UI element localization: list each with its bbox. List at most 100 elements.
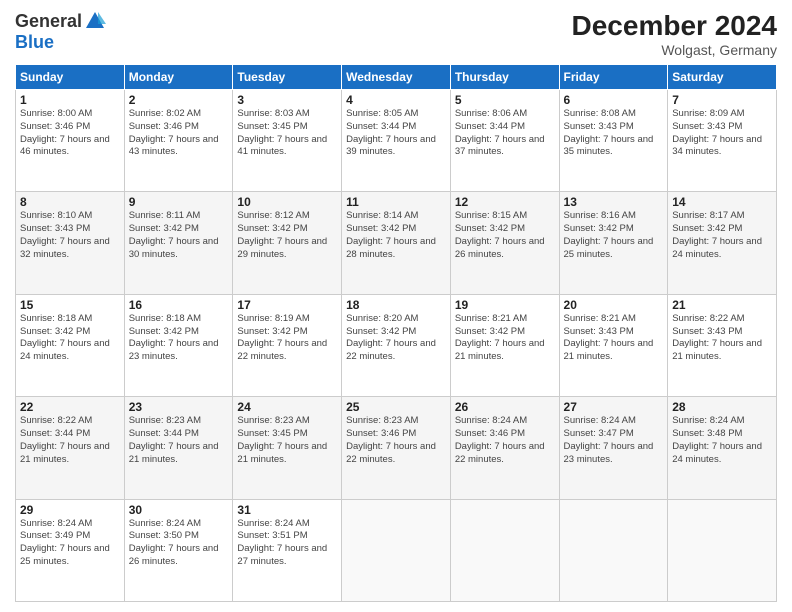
day-info: Sunrise: 8:24 AMSunset: 3:50 PMDaylight:… (129, 518, 229, 569)
calendar-cell: 24Sunrise: 8:23 AMSunset: 3:45 PMDayligh… (233, 397, 342, 499)
calendar-cell: 12Sunrise: 8:15 AMSunset: 3:42 PMDayligh… (450, 192, 559, 294)
calendar-cell: 23Sunrise: 8:23 AMSunset: 3:44 PMDayligh… (124, 397, 233, 499)
calendar-day-header: Saturday (668, 65, 777, 90)
day-number: 24 (237, 400, 337, 414)
day-info: Sunrise: 8:08 AMSunset: 3:43 PMDaylight:… (564, 108, 664, 159)
day-number: 2 (129, 93, 229, 107)
day-info: Sunrise: 8:09 AMSunset: 3:43 PMDaylight:… (672, 108, 772, 159)
calendar-cell: 3Sunrise: 8:03 AMSunset: 3:45 PMDaylight… (233, 90, 342, 192)
calendar-cell: 6Sunrise: 8:08 AMSunset: 3:43 PMDaylight… (559, 90, 668, 192)
calendar-cell: 30Sunrise: 8:24 AMSunset: 3:50 PMDayligh… (124, 499, 233, 601)
calendar-cell: 26Sunrise: 8:24 AMSunset: 3:46 PMDayligh… (450, 397, 559, 499)
calendar-cell: 27Sunrise: 8:24 AMSunset: 3:47 PMDayligh… (559, 397, 668, 499)
day-number: 8 (20, 195, 120, 209)
day-number: 17 (237, 298, 337, 312)
calendar-cell: 14Sunrise: 8:17 AMSunset: 3:42 PMDayligh… (668, 192, 777, 294)
calendar-table: SundayMondayTuesdayWednesdayThursdayFrid… (15, 64, 777, 602)
day-info: Sunrise: 8:22 AMSunset: 3:43 PMDaylight:… (672, 313, 772, 364)
calendar-cell (342, 499, 451, 601)
day-info: Sunrise: 8:23 AMSunset: 3:45 PMDaylight:… (237, 415, 337, 466)
calendar-cell: 21Sunrise: 8:22 AMSunset: 3:43 PMDayligh… (668, 294, 777, 396)
calendar-cell: 31Sunrise: 8:24 AMSunset: 3:51 PMDayligh… (233, 499, 342, 601)
calendar-day-header: Thursday (450, 65, 559, 90)
day-number: 28 (672, 400, 772, 414)
calendar-day-header: Tuesday (233, 65, 342, 90)
day-number: 15 (20, 298, 120, 312)
calendar-cell: 13Sunrise: 8:16 AMSunset: 3:42 PMDayligh… (559, 192, 668, 294)
calendar-cell: 16Sunrise: 8:18 AMSunset: 3:42 PMDayligh… (124, 294, 233, 396)
day-number: 6 (564, 93, 664, 107)
calendar-cell: 8Sunrise: 8:10 AMSunset: 3:43 PMDaylight… (16, 192, 125, 294)
calendar-week-row: 22Sunrise: 8:22 AMSunset: 3:44 PMDayligh… (16, 397, 777, 499)
calendar-cell: 15Sunrise: 8:18 AMSunset: 3:42 PMDayligh… (16, 294, 125, 396)
calendar-cell: 10Sunrise: 8:12 AMSunset: 3:42 PMDayligh… (233, 192, 342, 294)
calendar-cell: 22Sunrise: 8:22 AMSunset: 3:44 PMDayligh… (16, 397, 125, 499)
location: Wolgast, Germany (572, 42, 777, 58)
day-info: Sunrise: 8:19 AMSunset: 3:42 PMDaylight:… (237, 313, 337, 364)
day-info: Sunrise: 8:23 AMSunset: 3:46 PMDaylight:… (346, 415, 446, 466)
day-number: 19 (455, 298, 555, 312)
day-number: 22 (20, 400, 120, 414)
day-number: 4 (346, 93, 446, 107)
page: General Blue December 2024 Wolgast, Germ… (0, 0, 792, 612)
calendar-cell: 9Sunrise: 8:11 AMSunset: 3:42 PMDaylight… (124, 192, 233, 294)
calendar-day-header: Wednesday (342, 65, 451, 90)
day-number: 25 (346, 400, 446, 414)
day-info: Sunrise: 8:24 AMSunset: 3:49 PMDaylight:… (20, 518, 120, 569)
day-number: 5 (455, 93, 555, 107)
day-number: 29 (20, 503, 120, 517)
day-number: 9 (129, 195, 229, 209)
day-info: Sunrise: 8:24 AMSunset: 3:51 PMDaylight:… (237, 518, 337, 569)
calendar-cell: 5Sunrise: 8:06 AMSunset: 3:44 PMDaylight… (450, 90, 559, 192)
calendar-cell: 7Sunrise: 8:09 AMSunset: 3:43 PMDaylight… (668, 90, 777, 192)
day-info: Sunrise: 8:23 AMSunset: 3:44 PMDaylight:… (129, 415, 229, 466)
calendar-cell: 2Sunrise: 8:02 AMSunset: 3:46 PMDaylight… (124, 90, 233, 192)
day-info: Sunrise: 8:14 AMSunset: 3:42 PMDaylight:… (346, 210, 446, 261)
day-number: 27 (564, 400, 664, 414)
day-info: Sunrise: 8:10 AMSunset: 3:43 PMDaylight:… (20, 210, 120, 261)
calendar-cell: 17Sunrise: 8:19 AMSunset: 3:42 PMDayligh… (233, 294, 342, 396)
calendar-cell: 1Sunrise: 8:00 AMSunset: 3:46 PMDaylight… (16, 90, 125, 192)
day-number: 7 (672, 93, 772, 107)
day-info: Sunrise: 8:03 AMSunset: 3:45 PMDaylight:… (237, 108, 337, 159)
day-number: 30 (129, 503, 229, 517)
day-number: 20 (564, 298, 664, 312)
calendar-day-header: Monday (124, 65, 233, 90)
day-info: Sunrise: 8:21 AMSunset: 3:42 PMDaylight:… (455, 313, 555, 364)
calendar-cell (668, 499, 777, 601)
day-number: 3 (237, 93, 337, 107)
logo: General Blue (15, 10, 106, 53)
day-info: Sunrise: 8:24 AMSunset: 3:48 PMDaylight:… (672, 415, 772, 466)
calendar-cell (450, 499, 559, 601)
calendar-cell: 18Sunrise: 8:20 AMSunset: 3:42 PMDayligh… (342, 294, 451, 396)
day-info: Sunrise: 8:15 AMSunset: 3:42 PMDaylight:… (455, 210, 555, 261)
day-info: Sunrise: 8:12 AMSunset: 3:42 PMDaylight:… (237, 210, 337, 261)
day-info: Sunrise: 8:21 AMSunset: 3:43 PMDaylight:… (564, 313, 664, 364)
day-number: 23 (129, 400, 229, 414)
calendar-week-row: 15 Sunrise: 8:18 AMSunset: 3:42 PMDayligh… (16, 294, 777, 396)
title-section: December 2024 Wolgast, Germany (572, 10, 777, 58)
logo-icon (84, 10, 106, 32)
calendar-week-row: 29Sunrise: 8:24 AMSunset: 3:49 PMDayligh… (16, 499, 777, 601)
calendar-cell: 20Sunrise: 8:21 AMSunset: 3:43 PMDayligh… (559, 294, 668, 396)
day-info: Sunrise: 8:20 AMSunset: 3:42 PMDaylight:… (346, 313, 446, 364)
day-info: Sunrise: 8:16 AMSunset: 3:42 PMDaylight:… (564, 210, 664, 261)
month-title: December 2024 (572, 10, 777, 42)
day-number: 18 (346, 298, 446, 312)
day-info: Sunrise: 8:02 AMSunset: 3:46 PMDaylight:… (129, 108, 229, 159)
calendar-cell: 11Sunrise: 8:14 AMSunset: 3:42 PMDayligh… (342, 192, 451, 294)
calendar-cell: 25Sunrise: 8:23 AMSunset: 3:46 PMDayligh… (342, 397, 451, 499)
day-number: 26 (455, 400, 555, 414)
logo-blue-text: Blue (15, 32, 54, 52)
calendar-cell: 19Sunrise: 8:21 AMSunset: 3:42 PMDayligh… (450, 294, 559, 396)
day-number: 10 (237, 195, 337, 209)
calendar-day-header: Friday (559, 65, 668, 90)
day-info: Sunrise: 8:24 AMSunset: 3:47 PMDaylight:… (564, 415, 664, 466)
day-info: Sunrise: 8:18 AMSunset: 3:42 PMDaylight:… (129, 313, 229, 364)
day-info: Sunrise: 8:24 AMSunset: 3:46 PMDaylight:… (455, 415, 555, 466)
calendar-cell: 29Sunrise: 8:24 AMSunset: 3:49 PMDayligh… (16, 499, 125, 601)
day-info: Sunrise: 8:00 AMSunset: 3:46 PMDaylight:… (20, 108, 120, 159)
day-info: Sunrise: 8:06 AMSunset: 3:44 PMDaylight:… (455, 108, 555, 159)
day-number: 16 (129, 298, 229, 312)
calendar-week-row: 8Sunrise: 8:10 AMSunset: 3:43 PMDaylight… (16, 192, 777, 294)
